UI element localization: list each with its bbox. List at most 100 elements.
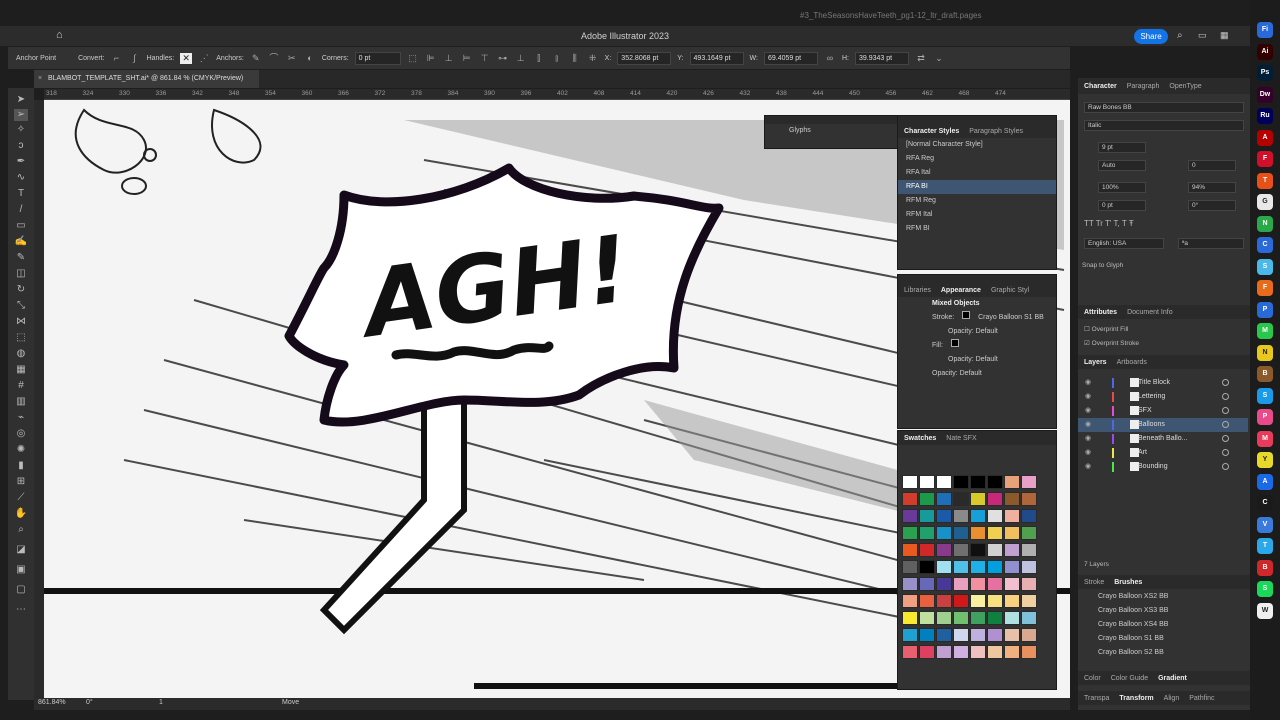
dock-app-icon[interactable]: T: [1257, 538, 1273, 554]
fill-stroke-icon[interactable]: ◪: [14, 544, 28, 556]
h-field[interactable]: 39.9343 pt: [854, 51, 909, 65]
dock-app-icon[interactable]: M: [1257, 323, 1273, 339]
color-swatch[interactable]: [1004, 577, 1020, 591]
color-swatch[interactable]: [953, 543, 969, 557]
color-swatch[interactable]: [953, 577, 969, 591]
color-swatch[interactable]: [1004, 560, 1020, 574]
color-swatch[interactable]: [1021, 509, 1037, 523]
eye-icon[interactable]: ◉: [1085, 378, 1091, 386]
align-bottom-icon[interactable]: ⊥: [515, 53, 527, 64]
shape-builder-icon[interactable]: ◍: [14, 348, 28, 360]
brush-item[interactable]: Crayo Balloon XS3 BB: [1078, 604, 1250, 618]
color-swatch[interactable]: [1021, 628, 1037, 642]
color-swatch[interactable]: [936, 611, 952, 625]
color-swatch[interactable]: [970, 543, 986, 557]
color-swatch[interactable]: [970, 628, 986, 642]
color-swatch[interactable]: [987, 645, 1003, 659]
dock-app-icon[interactable]: G: [1257, 194, 1273, 210]
align-middle-icon[interactable]: ⊶: [497, 53, 509, 64]
color-swatch[interactable]: [1021, 492, 1037, 506]
tab-stroke[interactable]: Stroke: [1084, 579, 1104, 586]
eraser-tool-icon[interactable]: ◫: [14, 268, 28, 280]
character-style-item[interactable]: RFA Reg: [898, 152, 1056, 166]
layer-row[interactable]: ◉ Beneath Ballo...: [1078, 432, 1248, 446]
artboard-number[interactable]: 1: [159, 699, 163, 706]
character-style-item[interactable]: RFM Ital: [898, 208, 1056, 222]
color-swatch[interactable]: [1004, 492, 1020, 506]
tab-graphic-styles[interactable]: Graphic Styl: [991, 287, 1029, 294]
brush-item[interactable]: Crayo Balloon XS2 BB: [1078, 590, 1250, 604]
graph-tool-icon[interactable]: ▮: [14, 460, 28, 472]
color-swatch[interactable]: [970, 594, 986, 608]
dock-app-icon[interactable]: Dw: [1257, 86, 1273, 103]
isolate-icon[interactable]: ◐: [304, 53, 316, 64]
share-button[interactable]: Share: [1134, 29, 1168, 44]
remove-anchor-icon[interactable]: ✎: [250, 53, 262, 64]
mesh-tool-icon[interactable]: #: [14, 380, 28, 392]
color-swatch[interactable]: [970, 645, 986, 659]
convert-corner-icon[interactable]: ⌐: [111, 53, 123, 64]
font-size-field[interactable]: 9 pt: [1098, 142, 1146, 153]
color-swatch[interactable]: [919, 509, 935, 523]
layer-row[interactable]: ◉ Bounding: [1078, 460, 1248, 474]
color-swatch[interactable]: [953, 560, 969, 574]
tab-color[interactable]: Color: [1084, 675, 1101, 682]
screen-mode-icon[interactable]: ▢: [14, 584, 28, 596]
stroke-row[interactable]: Stroke: Crayo Balloon S1 BB: [898, 311, 1056, 325]
layer-row[interactable]: ◉ Title Block: [1078, 376, 1248, 390]
dock-app-icon[interactable]: P: [1257, 409, 1273, 425]
dock-app-icon[interactable]: P: [1257, 301, 1273, 318]
color-swatch[interactable]: [902, 543, 918, 557]
rotation-value[interactable]: 0°: [86, 699, 93, 706]
dock-app-icon[interactable]: S: [1257, 258, 1273, 275]
color-swatch[interactable]: [936, 560, 952, 574]
color-swatch[interactable]: [936, 543, 952, 557]
eye-icon[interactable]: ◉: [1085, 448, 1091, 456]
color-swatch[interactable]: [902, 611, 918, 625]
symbol-sprayer-icon[interactable]: ✺: [14, 444, 28, 456]
dock-app-icon[interactable]: W: [1257, 602, 1273, 619]
direct-selection-tool-icon[interactable]: ➢: [14, 109, 28, 121]
color-swatch[interactable]: [919, 560, 935, 574]
width-tool-icon[interactable]: ⋈: [14, 316, 28, 328]
show-handles-icon[interactable]: ✕: [180, 52, 193, 64]
eye-icon[interactable]: ◉: [1085, 462, 1091, 470]
color-swatch[interactable]: [987, 560, 1003, 574]
cut-path-icon[interactable]: ✂: [286, 53, 298, 64]
dock-app-icon[interactable]: C: [1257, 237, 1273, 253]
stroke-opacity-row[interactable]: Opacity: Default: [898, 325, 1056, 339]
stroke-swatch-icon[interactable]: [962, 311, 971, 319]
type-style-buttons-icon[interactable]: TT Tr T' T, T Ŧ: [1084, 219, 1134, 228]
color-swatch[interactable]: [936, 509, 952, 523]
y-field[interactable]: 493.1649 pt: [689, 51, 744, 65]
color-swatch[interactable]: [1004, 611, 1020, 625]
color-swatch[interactable]: [953, 594, 969, 608]
color-swatch[interactable]: [936, 577, 952, 591]
view-mode-icon[interactable]: ▦: [1220, 30, 1229, 41]
line-tool-icon[interactable]: /: [14, 204, 28, 216]
tab-attributes[interactable]: Attributes: [1084, 309, 1117, 316]
color-swatch[interactable]: [970, 475, 986, 489]
tab-brushes[interactable]: Brushes: [1114, 579, 1142, 586]
dock-app-icon[interactable]: Ru: [1257, 108, 1273, 124]
color-swatch[interactable]: [1004, 526, 1020, 540]
color-swatch[interactable]: [987, 492, 1003, 506]
color-swatch[interactable]: [987, 611, 1003, 625]
draw-mode-icon[interactable]: ▣: [14, 564, 28, 576]
perspective-grid-icon[interactable]: ▦: [14, 364, 28, 376]
color-swatch[interactable]: [1021, 645, 1037, 659]
character-style-item[interactable]: RFM Reg: [898, 194, 1056, 208]
curvature-tool-icon[interactable]: ∿: [14, 172, 28, 184]
object-opacity-row[interactable]: Opacity: Default: [898, 367, 1056, 381]
color-swatch[interactable]: [1021, 560, 1037, 574]
blend-tool-icon[interactable]: ◎: [14, 428, 28, 440]
color-swatch[interactable]: [1021, 577, 1037, 591]
color-swatch[interactable]: [953, 475, 969, 489]
lasso-tool-icon[interactable]: ↄ: [14, 140, 28, 152]
tab-color-guide[interactable]: Color Guide: [1111, 675, 1148, 682]
character-style-item[interactable]: RFA BI: [898, 180, 1056, 194]
brush-item[interactable]: Crayo Balloon S1 BB: [1078, 632, 1250, 646]
color-swatch[interactable]: [1021, 611, 1037, 625]
distribute-center-icon[interactable]: ⫾: [551, 53, 563, 64]
color-swatch[interactable]: [970, 560, 986, 574]
